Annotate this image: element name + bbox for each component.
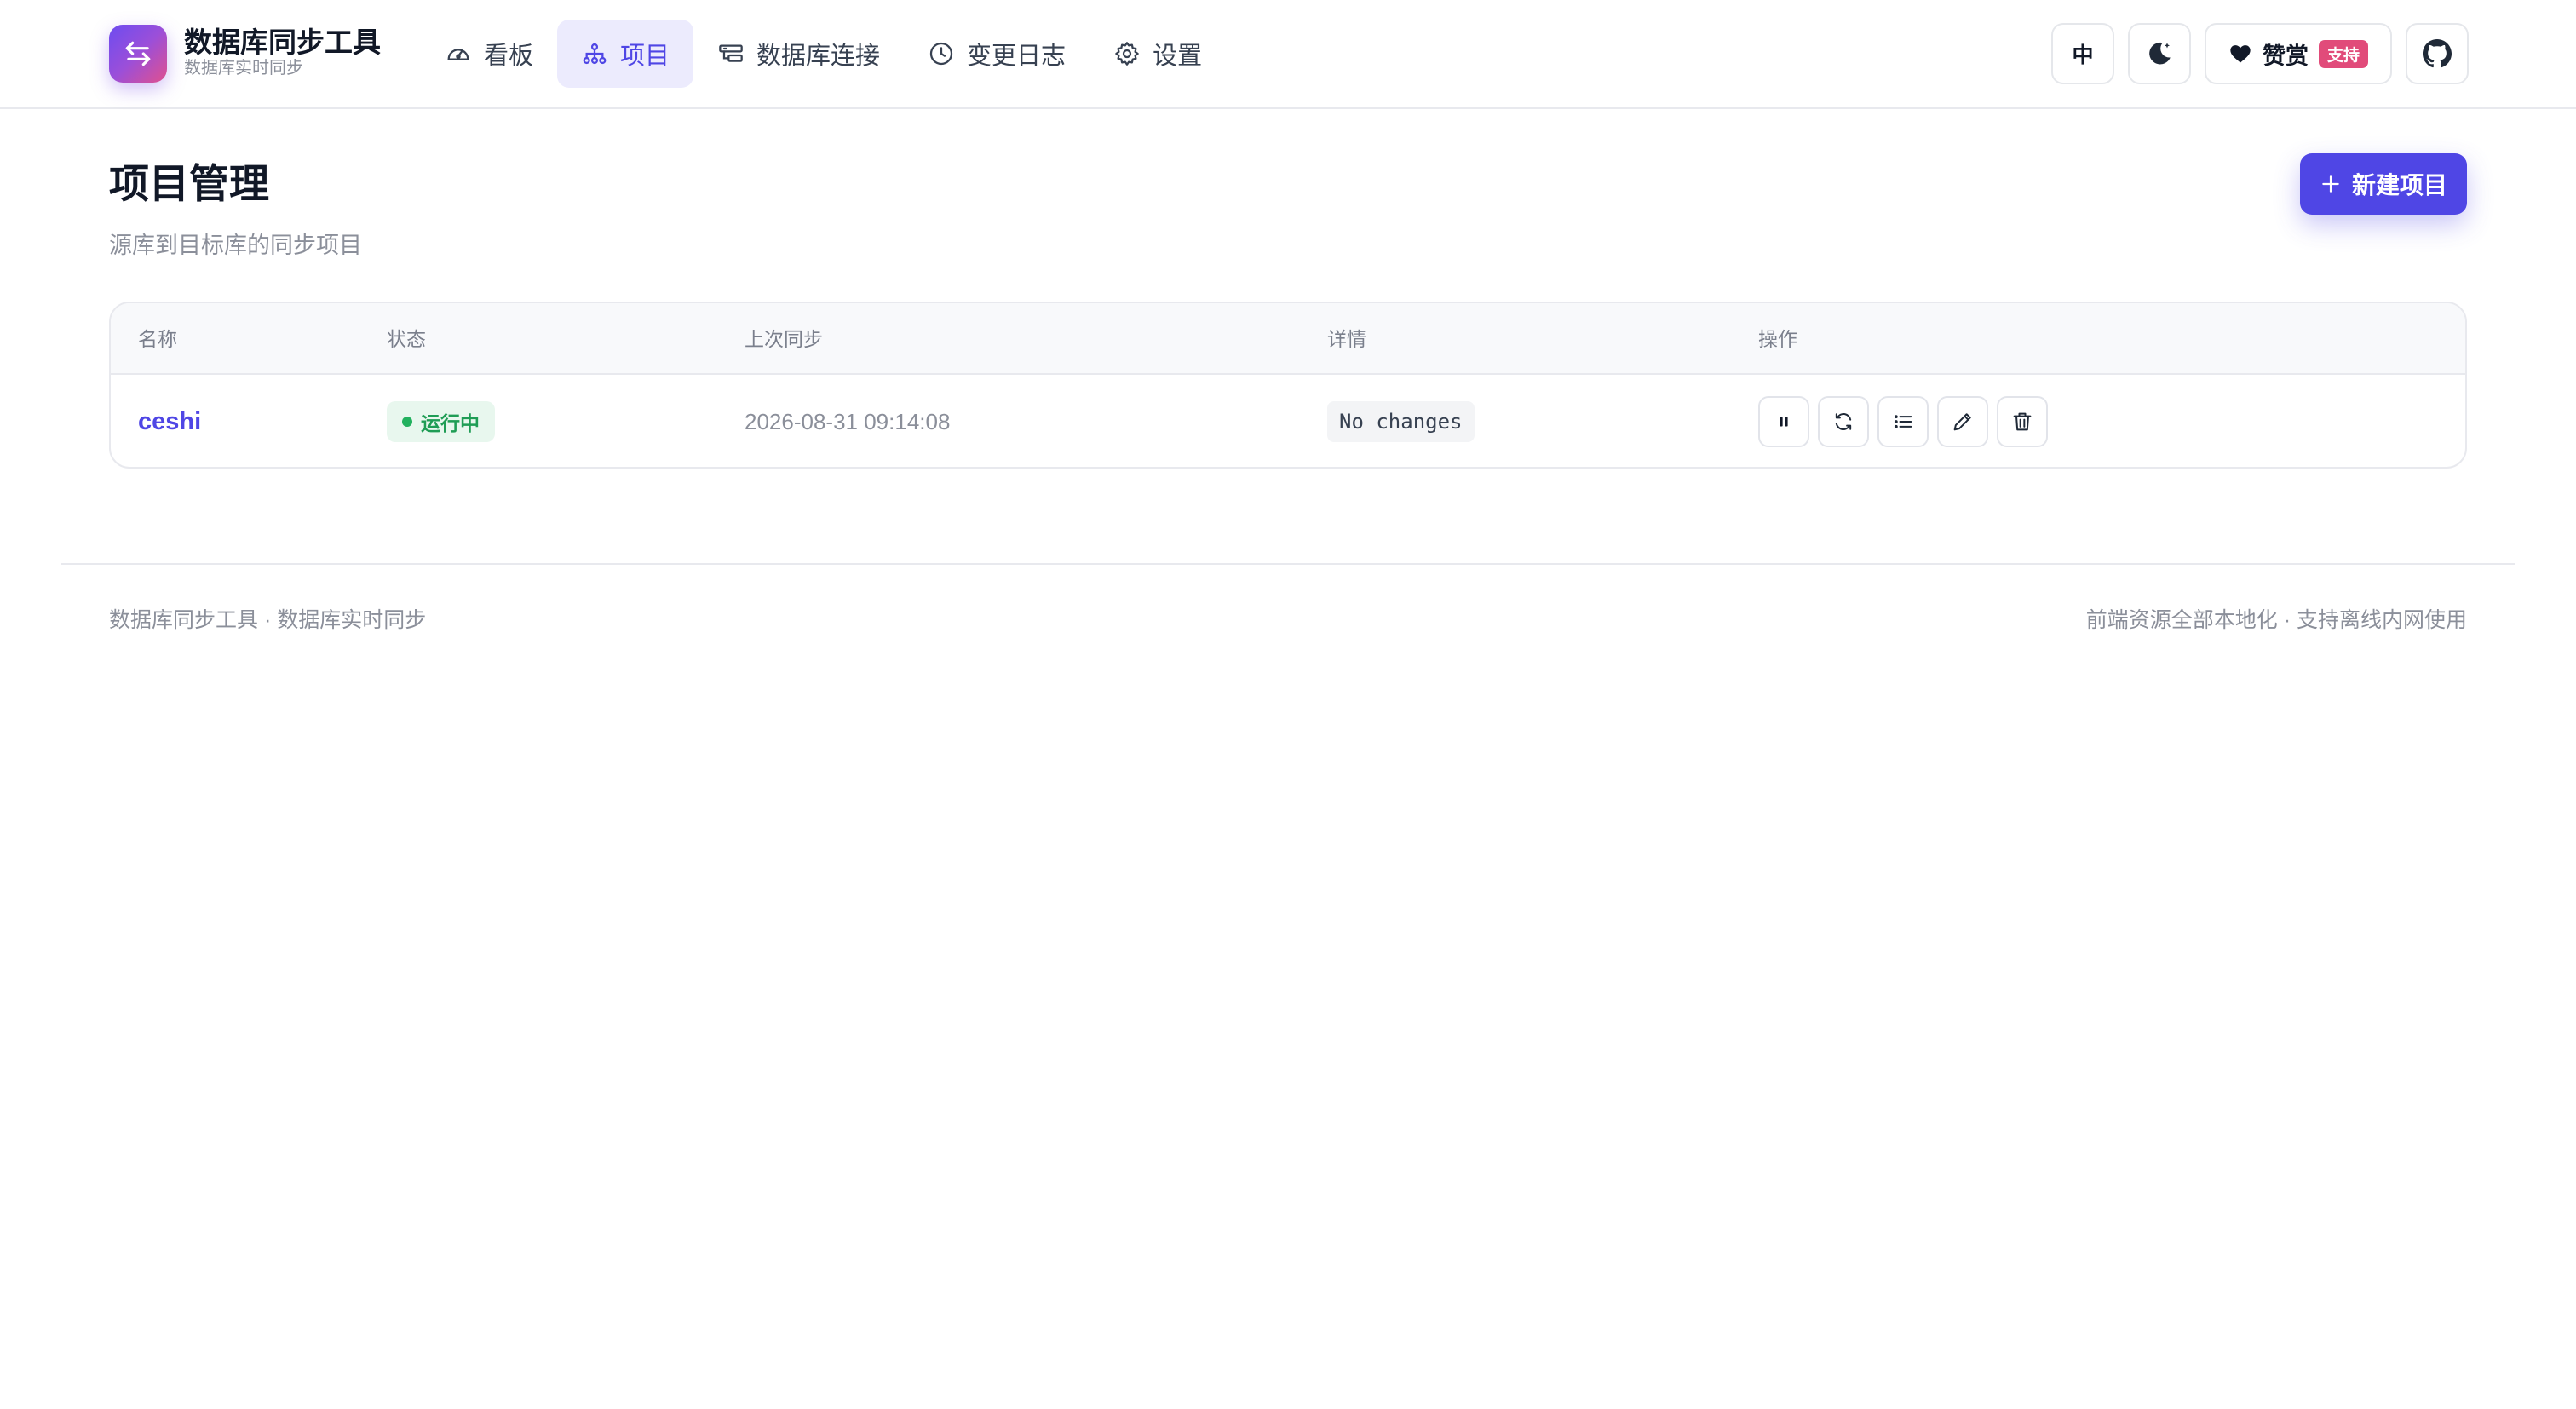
nav-item-label: 设置: [1153, 43, 1203, 70]
page-subtitle: 源库到目标库的同步项目: [109, 233, 362, 258]
theme-toggle-button[interactable]: [2128, 23, 2191, 84]
view-logs-button[interactable]: [1877, 396, 1929, 447]
footer-right-text: 前端资源全部本地化 · 支持离线内网使用: [2085, 608, 2467, 632]
column-header-actions: 操作: [1758, 328, 1797, 350]
top-header: 数据库同步工具 数据库实时同步 看板 项目 数据库连接 变更日志 设置 中 赞赏…: [0, 0, 2576, 109]
github-button[interactable]: [2406, 23, 2469, 84]
trash-icon: [2013, 412, 2032, 431]
pause-button[interactable]: [1758, 396, 1809, 447]
nav-item-db-connections[interactable]: 数据库连接: [693, 20, 904, 88]
edit-pencil-icon: [1953, 413, 1971, 431]
app-subtitle: 数据库实时同步: [184, 59, 303, 78]
heart-icon: [2230, 45, 2251, 63]
nav-item-changelog[interactable]: 变更日志: [904, 20, 1090, 88]
nav-item-label: 看板: [484, 43, 534, 70]
detail-cell: No changes: [1327, 375, 1475, 467]
new-project-button[interactable]: 新建项目: [2300, 153, 2467, 215]
detail-chip: No changes: [1327, 401, 1475, 442]
table-row: ceshi 运行中 2026-08-31 09:14:08 No changes: [111, 375, 2465, 467]
nav-item-settings[interactable]: 设置: [1090, 20, 1226, 88]
language-label: 中: [2072, 43, 2094, 67]
project-name-cell: ceshi: [138, 375, 201, 467]
clock-icon: [929, 42, 953, 66]
new-project-label: 新建项目: [2351, 172, 2447, 198]
column-header-last-sync: 上次同步: [745, 328, 823, 350]
last-sync-time: 2026-08-31 09:14:08: [745, 408, 951, 434]
edit-button[interactable]: [1937, 396, 1988, 447]
column-header-detail: 详情: [1327, 328, 1366, 350]
donate-button[interactable]: 赞赏 支持: [2205, 23, 2392, 84]
gear-icon: [1115, 42, 1139, 66]
column-header-name: 名称: [138, 328, 177, 350]
actions-cell: [1758, 375, 2048, 467]
status-badge: 运行中: [387, 401, 495, 442]
nav-item-label: 变更日志: [967, 43, 1067, 70]
nav-item-label: 项目: [620, 43, 670, 70]
database-connection-icon: [719, 44, 743, 62]
refresh-icon: [1835, 412, 1852, 431]
resync-button[interactable]: [1818, 396, 1869, 447]
table-header: 名称 状态 上次同步 详情 操作: [111, 303, 2465, 375]
nav-item-dashboard[interactable]: 看板: [421, 20, 557, 88]
app-title: 数据库同步工具: [184, 26, 381, 58]
pause-icon: [1780, 417, 1788, 427]
projects-table: 名称 状态 上次同步 详情 操作 ceshi 运行中 2026-08-31 09…: [109, 302, 2467, 469]
dashboard-gauge-icon: [447, 49, 469, 60]
donate-label: 赞赏: [2262, 43, 2309, 69]
app-logo[interactable]: [109, 25, 167, 83]
status-label: 运行中: [421, 412, 480, 434]
main-nav: 看板 项目 数据库连接 变更日志 设置: [421, 20, 1226, 88]
plus-icon: [2322, 175, 2339, 193]
status-cell: 运行中: [387, 375, 495, 467]
last-sync-cell: 2026-08-31 09:14:08: [745, 375, 951, 467]
nav-item-projects[interactable]: 项目: [557, 20, 694, 88]
project-hierarchy-icon: [583, 43, 607, 65]
list-icon: [1894, 415, 1912, 428]
support-badge: 支持: [2318, 39, 2368, 68]
footer-divider: [61, 563, 2515, 565]
page-title: 项目管理: [109, 161, 269, 206]
github-icon: [2423, 39, 2452, 68]
moon-icon: [2149, 42, 2171, 65]
column-header-status: 状态: [387, 328, 426, 350]
status-dot: [402, 417, 412, 427]
sync-arrows-icon: [125, 41, 151, 66]
footer-left-text: 数据库同步工具 · 数据库实时同步: [109, 608, 427, 632]
language-toggle-button[interactable]: 中: [2051, 23, 2114, 84]
project-name-link[interactable]: ceshi: [138, 408, 201, 436]
delete-button[interactable]: [1997, 396, 2048, 447]
nav-item-label: 数据库连接: [756, 43, 881, 70]
